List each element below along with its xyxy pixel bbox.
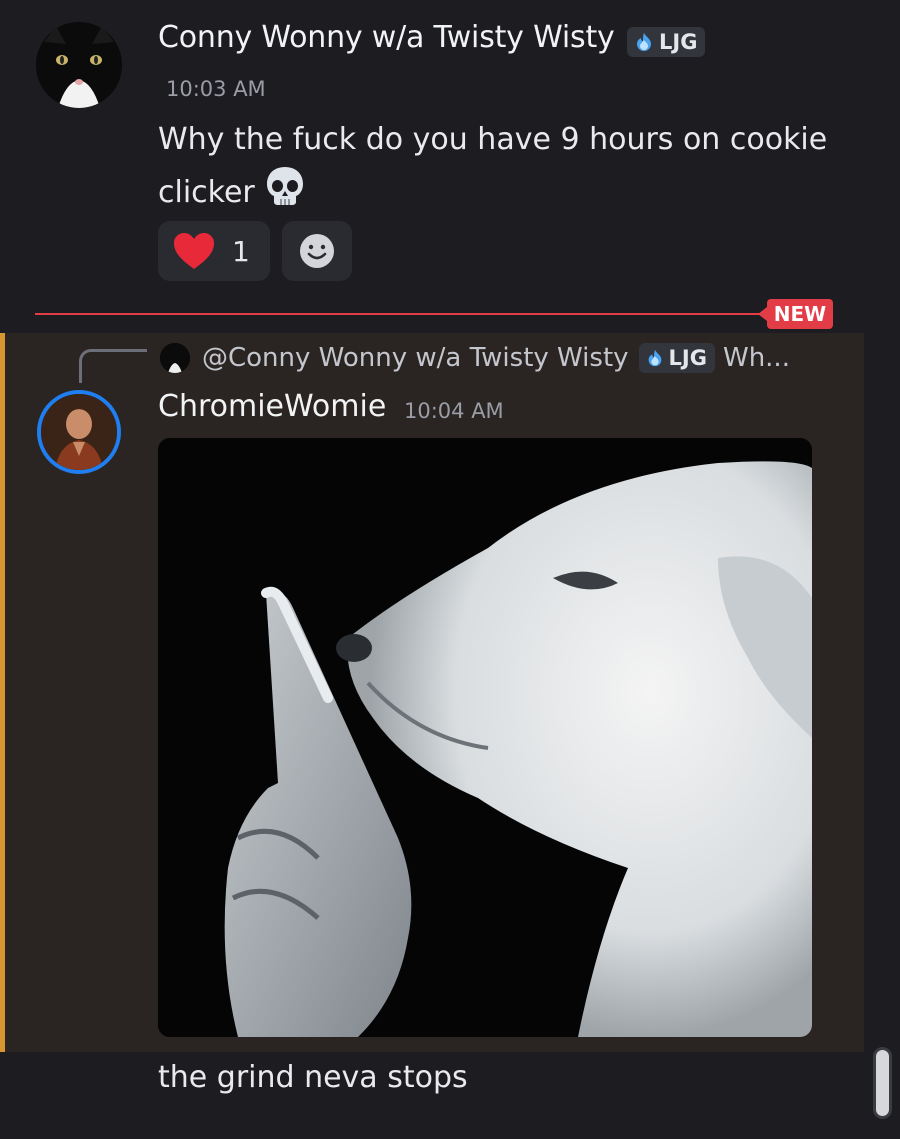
- reaction-count: 1: [232, 234, 250, 268]
- reaction-heart[interactable]: 1: [158, 221, 270, 281]
- timestamp: 10:04 AM: [404, 399, 504, 423]
- image-attachment[interactable]: [158, 438, 812, 1037]
- message-text-content: Why the fuck do you have 9 hours on cook…: [158, 122, 828, 210]
- reply-spine: [79, 349, 147, 383]
- heart-icon: [174, 233, 214, 269]
- new-messages-divider: [35, 313, 810, 315]
- flame-icon: [637, 33, 651, 51]
- mention-highlight-bar: [0, 333, 5, 1052]
- avatar-cat[interactable]: [36, 22, 122, 108]
- reply-guild-tag-label: LJG: [668, 346, 707, 370]
- message-text: Why the fuck do you have 9 hours on cook…: [158, 116, 858, 223]
- message-text: the grind neva stops: [158, 1060, 468, 1095]
- reply-avatar: [160, 343, 190, 373]
- timestamp: 10:03 AM: [166, 77, 266, 101]
- add-reaction-icon: [300, 234, 334, 268]
- author-name[interactable]: ChromieWomie: [158, 389, 386, 424]
- guild-tag-label: LJG: [659, 30, 698, 54]
- reply-reference[interactable]: @Conny Wonny w/a Twisty Wisty LJG Wh...: [160, 338, 860, 378]
- skull-icon: [263, 164, 307, 223]
- avatar-chromie[interactable]: [37, 390, 121, 474]
- flame-icon: [648, 349, 661, 367]
- message-conny[interactable]: Conny Wonny w/a Twisty Wisty LJG 10:03 A…: [0, 0, 900, 300]
- guild-tag[interactable]: LJG: [627, 27, 706, 57]
- author-name[interactable]: Conny Wonny w/a Twisty Wisty: [158, 20, 615, 55]
- reply-guild-tag: LJG: [638, 343, 715, 373]
- chat-view: Conny Wonny w/a Twisty Wisty LJG 10:03 A…: [0, 0, 900, 1139]
- new-badge: NEW: [758, 299, 833, 329]
- reply-mention: @Conny Wonny w/a Twisty Wisty: [202, 343, 629, 373]
- reply-snippet: Wh...: [722, 343, 790, 373]
- add-reaction-button[interactable]: [282, 221, 352, 281]
- scrollbar-thumb[interactable]: [873, 1047, 892, 1119]
